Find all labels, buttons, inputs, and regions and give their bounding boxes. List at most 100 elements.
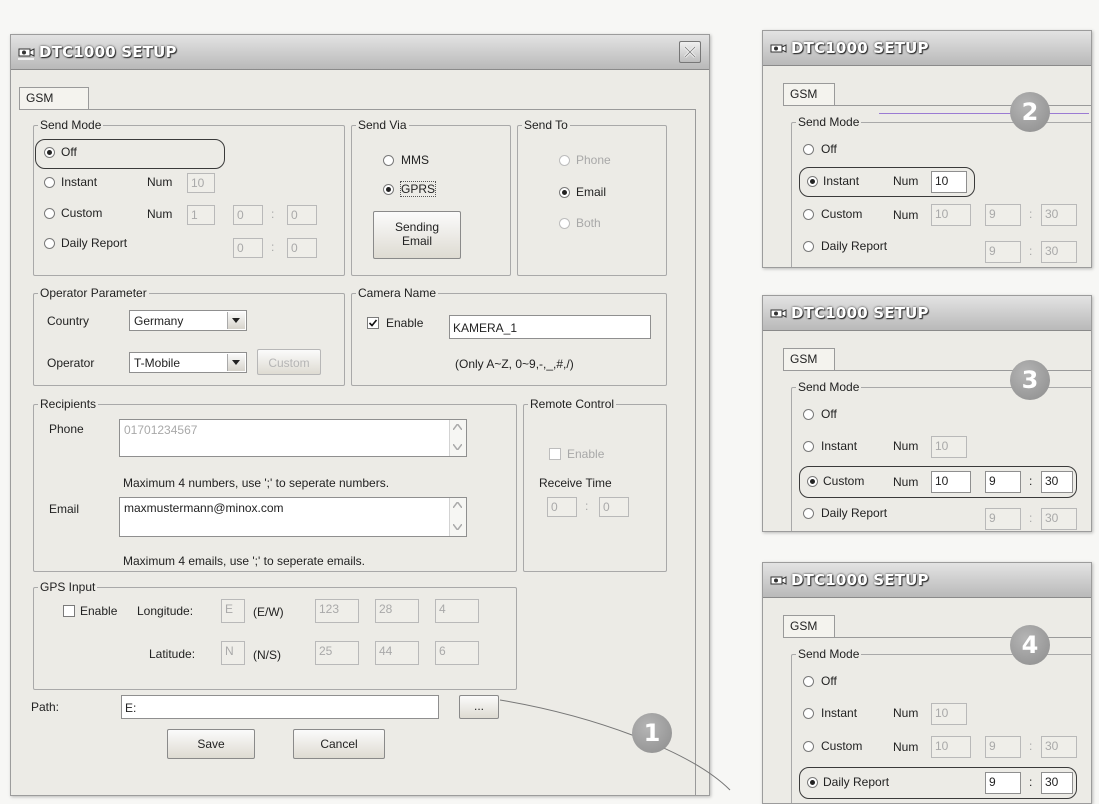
remote-control-legend: Remote Control	[530, 397, 615, 411]
step-badge-4: 4	[1010, 625, 1050, 665]
custom-minute-field[interactable]: 30	[1041, 736, 1077, 758]
gprs-radio[interactable]	[383, 184, 394, 195]
custom-hour-field[interactable]: 0	[233, 205, 263, 225]
phone-textarea[interactable]: 01701234567	[119, 419, 467, 457]
custom-hour-field[interactable]: 9	[985, 736, 1021, 758]
operator-custom-button[interactable]: Custom	[257, 349, 321, 375]
sending-email-line1: Sending	[394, 220, 440, 234]
daily-report-radio[interactable]	[807, 777, 818, 788]
email-scrollbar[interactable]	[449, 498, 466, 536]
instant-num-field[interactable]: 10	[931, 171, 967, 193]
off-radio[interactable]	[803, 409, 814, 420]
save-button[interactable]: Save	[167, 729, 255, 759]
country-dropdown-button[interactable]	[227, 312, 245, 329]
daily-minute-field[interactable]: 0	[287, 238, 317, 258]
num-label: Num	[893, 475, 919, 489]
mms-radio[interactable]	[383, 155, 394, 166]
country-select[interactable]: Germany	[129, 310, 247, 331]
longitude-minutes-field[interactable]: 28	[375, 599, 419, 623]
inset-window-instant: DTC1000 SETUP GSM Send Mode Off Instant …	[762, 30, 1092, 268]
tab-gsm[interactable]: GSM	[783, 615, 835, 637]
path-field[interactable]: E:	[121, 695, 439, 719]
receive-hour-field[interactable]: 0	[547, 497, 577, 517]
custom-num-label: Num	[147, 207, 173, 221]
daily-hour-field[interactable]: 9	[985, 772, 1021, 794]
instant-radio[interactable]	[807, 176, 818, 187]
longitude-seconds-field[interactable]: 4	[435, 599, 479, 623]
instant-num-field[interactable]: 10	[931, 436, 967, 458]
custom-hour-field[interactable]: 9	[985, 471, 1021, 493]
recipients-legend: Recipients	[40, 397, 97, 411]
latitude-minutes-field[interactable]: 44	[375, 641, 419, 665]
daily-minute-field[interactable]: 30	[1041, 241, 1077, 263]
tab-gsm-label: GSM	[26, 91, 54, 105]
operator-dropdown-button[interactable]	[227, 354, 245, 371]
custom-minute-field[interactable]: 30	[1041, 471, 1073, 493]
camera-enable-checkbox[interactable]	[367, 317, 379, 329]
instant-num-field[interactable]: 10	[187, 173, 215, 193]
custom-radio[interactable]	[807, 476, 818, 487]
off-label: Off	[821, 407, 837, 421]
phone-radio[interactable]	[559, 155, 570, 166]
chevron-down-icon	[232, 318, 240, 323]
off-radio[interactable]	[803, 144, 814, 155]
cancel-button[interactable]: Cancel	[293, 729, 385, 759]
custom-num-field[interactable]: 1	[187, 205, 215, 225]
off-radio[interactable]	[44, 147, 55, 158]
daily-hour-field[interactable]: 9	[985, 508, 1021, 530]
email-radio[interactable]	[559, 187, 570, 198]
instant-radio[interactable]	[44, 177, 55, 188]
camera-name-field[interactable]: KAMERA_1	[449, 315, 651, 339]
instant-radio[interactable]	[803, 441, 814, 452]
close-button[interactable]	[679, 41, 701, 63]
daily-report-radio[interactable]	[44, 238, 55, 249]
custom-radio[interactable]	[803, 209, 814, 220]
phone-scrollbar[interactable]	[449, 420, 466, 456]
both-radio[interactable]	[559, 218, 570, 229]
latitude-degrees-field[interactable]: 25	[315, 641, 359, 665]
daily-minute-field[interactable]: 30	[1041, 772, 1073, 794]
daily-report-radio[interactable]	[803, 241, 814, 252]
latitude-seconds-field[interactable]: 6	[435, 641, 479, 665]
daily-hour-field[interactable]: 9	[985, 241, 1021, 263]
instant-num-field[interactable]: 10	[931, 703, 967, 725]
custom-hour-field[interactable]: 9	[985, 204, 1021, 226]
instant-num-label: Num	[147, 175, 173, 189]
latitude-direction-field[interactable]: N	[221, 641, 245, 665]
cancel-label: Cancel	[320, 737, 358, 751]
custom-num-field[interactable]: 10	[931, 204, 971, 226]
operator-select[interactable]: T-Mobile	[129, 352, 247, 373]
tab-gsm[interactable]: GSM	[783, 83, 835, 105]
custom-num-field[interactable]: 10	[931, 736, 971, 758]
tab-gsm[interactable]: GSM	[783, 348, 835, 370]
gps-enable-checkbox[interactable]	[63, 605, 75, 617]
instant-radio[interactable]	[803, 708, 814, 719]
daily-report-radio[interactable]	[803, 508, 814, 519]
sending-email-line2: Email	[401, 234, 432, 248]
longitude-direction-field[interactable]: E	[221, 599, 245, 623]
num-label: Num	[893, 706, 919, 720]
tab-gsm[interactable]: GSM	[19, 87, 89, 109]
daily-minute-field[interactable]: 30	[1041, 508, 1077, 530]
custom-radio[interactable]	[44, 208, 55, 219]
off-radio[interactable]	[803, 676, 814, 687]
remote-enable-label: Enable	[567, 447, 605, 461]
longitude-degrees-field[interactable]: 123	[315, 599, 359, 623]
remote-enable-checkbox[interactable]	[549, 448, 561, 460]
mms-label: MMS	[401, 153, 429, 167]
custom-label: Custom	[61, 206, 103, 220]
close-icon	[684, 46, 696, 58]
custom-radio[interactable]	[803, 741, 814, 752]
latitude-label: Latitude:	[149, 647, 196, 661]
custom-num-field[interactable]: 10	[931, 471, 971, 493]
email-textarea[interactable]: maxmustermann@minox.com	[119, 497, 467, 537]
daily-hour-field[interactable]: 0	[233, 238, 263, 258]
receive-minute-field[interactable]: 0	[599, 497, 629, 517]
instant-label: Instant	[823, 174, 860, 188]
inset-title-bar: DTC1000 SETUP	[763, 563, 1091, 598]
custom-minute-field[interactable]: 0	[287, 205, 317, 225]
custom-minute-field[interactable]: 30	[1041, 204, 1077, 226]
daily-time-colon: :	[271, 240, 275, 254]
sending-email-button[interactable]: Sending Email	[373, 211, 461, 259]
inset-window-title: DTC1000 SETUP	[791, 304, 929, 322]
